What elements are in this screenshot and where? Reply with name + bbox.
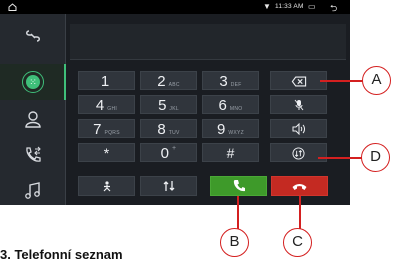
callout-d: D bbox=[361, 143, 390, 172]
status-bar: ▼ 11:33 AM ▭ ⮌ bbox=[0, 0, 350, 14]
head-unit-screen: ▼ 11:33 AM ▭ ⮌ ⁙ 1 2 ABC 3 DEF 4 GHI 5 JKL 6… bbox=[0, 0, 350, 205]
connection-icon bbox=[26, 30, 40, 42]
key-hash[interactable]: # bbox=[202, 143, 259, 162]
sidebar-item-dialpad[interactable]: ⁙ bbox=[0, 64, 66, 100]
backspace-button[interactable] bbox=[270, 71, 327, 90]
key-6[interactable]: 6 MNO bbox=[202, 95, 259, 114]
call-icon bbox=[233, 180, 245, 192]
callout-a-leader bbox=[320, 80, 364, 82]
number-display[interactable] bbox=[70, 24, 346, 60]
backspace-icon bbox=[291, 76, 306, 87]
section-heading: 3. Telefonní seznam bbox=[0, 247, 123, 260]
mute-mic-icon bbox=[294, 99, 303, 111]
speaker-button[interactable] bbox=[270, 119, 327, 138]
sidebar-item-contacts[interactable] bbox=[0, 101, 66, 137]
swap-icon bbox=[163, 181, 174, 191]
callout-b-leader bbox=[237, 196, 239, 229]
transfer-icon bbox=[292, 147, 305, 160]
person-icon bbox=[103, 181, 110, 192]
contact-add-button[interactable] bbox=[78, 176, 135, 196]
dialpad-icon: ⁙ bbox=[22, 71, 44, 93]
hangup-icon bbox=[292, 184, 307, 190]
key-7[interactable]: 7 PQRS bbox=[78, 119, 135, 138]
callout-b: B bbox=[220, 228, 249, 257]
key-1[interactable]: 1 bbox=[78, 71, 135, 90]
callout-d-leader bbox=[318, 157, 362, 159]
key-0[interactable]: 0 + bbox=[140, 143, 197, 162]
call-log-icon bbox=[26, 146, 41, 162]
hangup-button[interactable] bbox=[271, 176, 328, 196]
mute-mic-button[interactable] bbox=[270, 95, 327, 114]
sidebar: ⁙ bbox=[0, 14, 66, 205]
wifi-icon: ▼ bbox=[263, 2, 271, 11]
sidebar-item-call-log[interactable] bbox=[0, 137, 66, 173]
swap-calls-button[interactable] bbox=[140, 176, 197, 196]
recents-icon[interactable]: ▭ bbox=[308, 2, 316, 11]
key-8[interactable]: 8 TUV bbox=[140, 119, 197, 138]
key-9[interactable]: 9 WXYZ bbox=[202, 119, 259, 138]
callout-c: C bbox=[283, 228, 312, 257]
status-time: 11:33 AM bbox=[275, 3, 304, 10]
callout-a: A bbox=[362, 66, 391, 95]
contacts-icon bbox=[25, 111, 41, 128]
sidebar-item-connection[interactable] bbox=[0, 18, 66, 54]
call-button[interactable] bbox=[210, 176, 267, 196]
speaker-icon bbox=[292, 123, 305, 135]
key-3[interactable]: 3 DEF bbox=[202, 71, 259, 90]
key-2[interactable]: 2 ABC bbox=[140, 71, 197, 90]
key-star[interactable]: * bbox=[78, 143, 135, 162]
sidebar-item-music[interactable] bbox=[0, 173, 66, 205]
home-icon[interactable] bbox=[8, 3, 17, 13]
transfer-button[interactable] bbox=[270, 143, 327, 162]
back-icon[interactable]: ⮌ bbox=[330, 1, 337, 17]
music-icon bbox=[25, 182, 40, 199]
key-5[interactable]: 5 JKL bbox=[140, 95, 197, 114]
key-4[interactable]: 4 GHI bbox=[78, 95, 135, 114]
callout-c-leader bbox=[299, 196, 301, 229]
